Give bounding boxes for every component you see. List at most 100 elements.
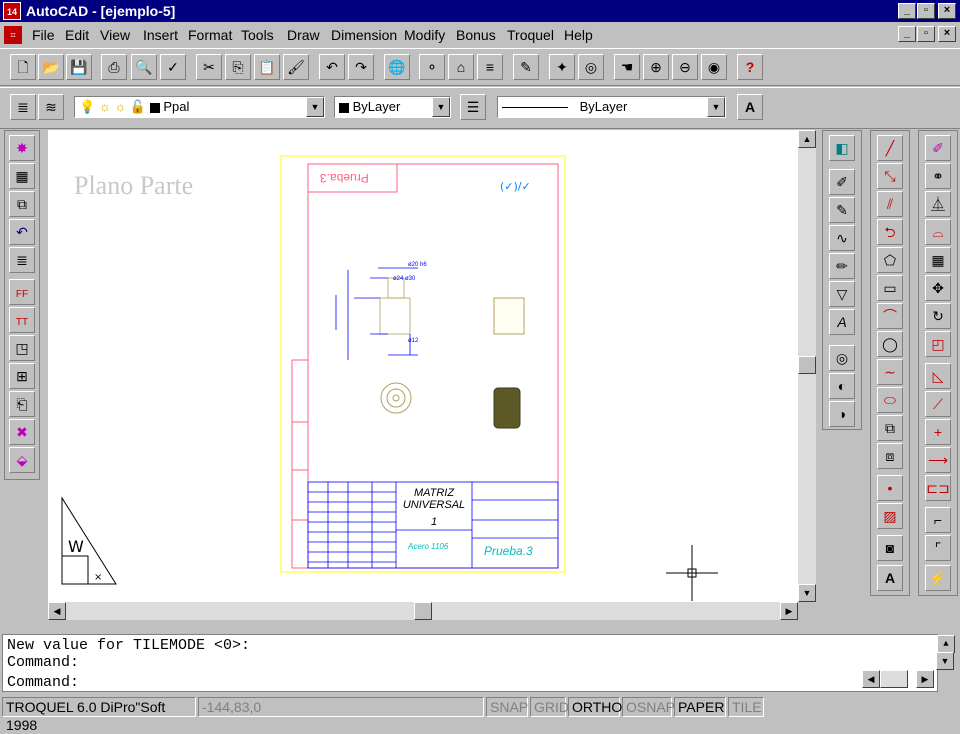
multiline-icon[interactable]: ⫽ bbox=[877, 191, 903, 217]
offset-icon[interactable]: ⌓ bbox=[925, 219, 951, 245]
grid-select-icon[interactable]: ▦ bbox=[9, 163, 35, 189]
close-button[interactable]: × bbox=[938, 3, 956, 19]
menu-draw[interactable]: Draw bbox=[287, 27, 320, 43]
edit-hatch-icon[interactable]: ▽ bbox=[829, 281, 855, 307]
tracking-icon[interactable]: ⚬ bbox=[419, 54, 445, 80]
region-draw-icon[interactable]: ◙ bbox=[877, 535, 903, 561]
linetype-icon[interactable]: ☰ bbox=[460, 94, 486, 120]
restore-button[interactable]: ▫ bbox=[917, 3, 935, 19]
pan-icon[interactable]: ☚ bbox=[614, 54, 640, 80]
sheet-icon[interactable]: ◳ bbox=[9, 335, 35, 361]
command-prompt[interactable]: Command: bbox=[7, 674, 79, 691]
make-block-icon[interactable]: ⧈ bbox=[877, 443, 903, 469]
status-tile[interactable]: TILE bbox=[728, 697, 764, 717]
save-icon[interactable]: 💾 bbox=[66, 54, 92, 80]
insert-block-draw-icon[interactable]: ⧉ bbox=[877, 415, 903, 441]
match-properties-icon[interactable]: 🖌 bbox=[283, 54, 309, 80]
doc-close-button[interactable]: × bbox=[938, 26, 956, 42]
menu-dimension[interactable]: Dimension bbox=[331, 27, 397, 43]
cut-icon[interactable]: ✂ bbox=[196, 54, 222, 80]
mirror-icon[interactable]: ⏅ bbox=[925, 191, 951, 217]
drawing-area[interactable]: Plano Parte (✓)/✓ ø20 h6 ø24 ø30 ø12 Pru… bbox=[48, 130, 798, 602]
chamfer-icon[interactable]: ⌐ bbox=[925, 507, 951, 533]
explode-wand-icon[interactable]: ⚡ bbox=[925, 565, 951, 591]
fillet-icon[interactable]: ⌜ bbox=[925, 535, 951, 561]
circle-icon[interactable]: ◯ bbox=[877, 331, 903, 357]
modify-block-icon[interactable]: ⬙ bbox=[9, 447, 35, 473]
cmd-scroll-up[interactable]: ▲ bbox=[937, 635, 955, 653]
array-icon[interactable]: ▦ bbox=[925, 247, 951, 273]
cmd-scroll-right[interactable]: ▶ bbox=[916, 670, 934, 688]
menu-modify[interactable]: Modify bbox=[404, 27, 445, 43]
grid-four-icon[interactable]: ⊞ bbox=[9, 363, 35, 389]
object-snap-icon[interactable]: ⌂ bbox=[448, 54, 474, 80]
view-icon[interactable]: ◎ bbox=[578, 54, 604, 80]
rotate-icon[interactable]: ↻ bbox=[925, 303, 951, 329]
ellipse-icon[interactable]: ⬭ bbox=[877, 387, 903, 413]
color-dropdown-arrow[interactable]: ▼ bbox=[432, 97, 450, 117]
scale-icon[interactable]: ◰ bbox=[925, 331, 951, 357]
open-icon[interactable]: 📂 bbox=[38, 54, 64, 80]
trim-icon[interactable]: + bbox=[925, 419, 951, 445]
line-icon[interactable]: ╱ bbox=[877, 135, 903, 161]
menu-help[interactable]: Help bbox=[564, 27, 593, 43]
redraw-icon[interactable]: ✦ bbox=[549, 54, 575, 80]
doc-minimize-button[interactable]: _ bbox=[898, 26, 916, 42]
menu-insert[interactable]: Insert bbox=[143, 27, 178, 43]
lengthen-icon[interactable]: ⟋ bbox=[925, 391, 951, 417]
menu-view[interactable]: View bbox=[100, 27, 130, 43]
zoom-realtime-icon[interactable]: ⊕ bbox=[643, 54, 669, 80]
ff-dimension-icon[interactable]: FF bbox=[9, 279, 35, 305]
menu-tools[interactable]: Tools bbox=[241, 27, 274, 43]
autocad-app-icon[interactable]: 14 bbox=[3, 2, 21, 20]
layer-combo[interactable]: 💡 ☼ ☼ 🔓 Ppal ▼ bbox=[74, 96, 325, 118]
move-icon[interactable]: ✥ bbox=[925, 275, 951, 301]
layers-stack-icon[interactable]: ≣ bbox=[9, 247, 35, 273]
status-osnap[interactable]: OSNAP bbox=[622, 697, 675, 717]
arc-icon[interactable]: ⌒ bbox=[877, 303, 903, 329]
layers-icon[interactable]: ≣ bbox=[10, 94, 36, 120]
status-ortho[interactable]: ORTHO bbox=[568, 697, 622, 717]
star-icon[interactable]: ✸ bbox=[9, 135, 35, 161]
status-grid[interactable]: GRID bbox=[530, 697, 569, 717]
ucs-icon[interactable]: ≡ bbox=[477, 54, 503, 80]
hatch-icon[interactable]: ▨ bbox=[877, 503, 903, 529]
print-icon[interactable]: ⎙ bbox=[101, 54, 127, 80]
scroll-left-arrow[interactable]: ◀ bbox=[48, 602, 66, 620]
union-icon[interactable]: ◐ bbox=[829, 373, 855, 399]
subtract-icon[interactable]: ◑ bbox=[829, 401, 855, 427]
print-preview-icon[interactable]: 🔍 bbox=[131, 54, 157, 80]
construction-line-icon[interactable]: ⤡ bbox=[877, 163, 903, 189]
zoom-previous-icon[interactable]: ◉ bbox=[701, 54, 727, 80]
text-style-icon[interactable]: A bbox=[737, 94, 763, 120]
internet-icon[interactable]: 🌐 bbox=[384, 54, 410, 80]
doc-restore-button[interactable]: ▫ bbox=[917, 26, 935, 42]
vertical-scrollbar[interactable]: ▲ ▼ bbox=[798, 130, 816, 602]
insert-block-icon[interactable]: ⎗ bbox=[9, 391, 35, 417]
menu-format[interactable]: Format bbox=[188, 27, 232, 43]
scroll-up-arrow[interactable]: ▲ bbox=[798, 130, 816, 148]
make-current-icon[interactable]: ≋ bbox=[38, 94, 64, 120]
spelling-icon[interactable]: ✓ bbox=[160, 54, 186, 80]
extend-icon[interactable]: ⟶ bbox=[925, 447, 951, 473]
rectangle-icon[interactable]: ▭ bbox=[877, 275, 903, 301]
color-combo[interactable]: ByLayer ▼ bbox=[334, 96, 451, 118]
linetype-dropdown-arrow[interactable]: ▼ bbox=[707, 97, 725, 117]
horizontal-scroll-thumb[interactable] bbox=[414, 602, 432, 620]
polyline-icon[interactable]: ⮌ bbox=[877, 219, 903, 245]
menu-bonus[interactable]: Bonus bbox=[456, 27, 496, 43]
vertical-scroll-thumb[interactable] bbox=[798, 356, 816, 374]
copy-icon[interactable]: ⎘ bbox=[225, 54, 251, 80]
status-paper[interactable]: PAPER bbox=[674, 697, 726, 717]
edit-mtext-icon[interactable]: A bbox=[829, 309, 855, 335]
edit-text-icon[interactable]: ✐ bbox=[829, 169, 855, 195]
erase-icon[interactable]: ✐ bbox=[925, 135, 951, 161]
redo-icon[interactable]: ↷ bbox=[348, 54, 374, 80]
spline-icon[interactable]: ∼ bbox=[877, 359, 903, 385]
menu-file[interactable]: File bbox=[32, 27, 55, 43]
properties-icon[interactable]: ◧ bbox=[829, 135, 855, 161]
explode-icon[interactable]: ✖ bbox=[9, 419, 35, 445]
undo-arrow-icon[interactable]: ↶ bbox=[9, 219, 35, 245]
command-window[interactable]: New value for TILEMODE <0>: Command: Com… bbox=[2, 634, 955, 692]
block-icon[interactable]: ⧉ bbox=[9, 191, 35, 217]
